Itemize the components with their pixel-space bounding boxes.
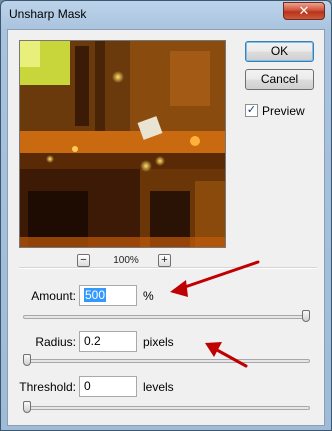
zoom-level: 100% [113,255,139,266]
preview-image[interactable] [19,40,226,248]
threshold-input[interactable]: 0 [79,376,137,397]
amount-unit: % [143,289,154,303]
amount-value: 500 [84,288,107,302]
radius-label: Radius: [35,335,76,349]
radius-unit: pixels [143,335,174,349]
title-bar[interactable]: Unsharp Mask ✕ [1,1,331,29]
amount-slider-track[interactable] [23,315,310,319]
radius-value: 0.2 [84,334,101,348]
dialog-body: − 100% + OK Cancel ✓ Preview Amount: 500… [7,29,325,426]
zoom-in-button[interactable]: + [158,254,171,267]
preview-photo [20,41,225,247]
zoom-out-button[interactable]: − [77,254,90,267]
radius-input[interactable]: 0.2 [79,331,137,352]
amount-input[interactable]: 500 [79,285,137,306]
amount-slider-thumb[interactable] [302,310,310,322]
radius-slider-thumb[interactable] [23,354,31,366]
close-icon: ✕ [298,3,310,18]
preview-label: Preview [262,104,305,118]
threshold-value: 0 [84,379,91,393]
close-button[interactable]: ✕ [283,2,325,20]
preview-toggle[interactable]: ✓ Preview [245,103,325,119]
unsharp-mask-dialog: Unsharp Mask ✕ − 100% + OK Cancel ✓ Prev… [0,0,332,431]
amount-label: Amount: [31,289,76,303]
cancel-button[interactable]: Cancel [245,69,314,90]
zoom-controls: − 100% + [77,254,177,268]
separator [19,267,317,269]
threshold-label: Threshold: [19,380,76,394]
threshold-slider-thumb[interactable] [23,401,31,413]
threshold-slider-track[interactable] [23,406,310,410]
window-title: Unsharp Mask [9,7,87,21]
preview-checkbox[interactable]: ✓ [245,104,258,117]
radius-slider-track[interactable] [23,359,310,363]
ok-button[interactable]: OK [245,41,314,62]
threshold-unit: levels [143,380,174,394]
